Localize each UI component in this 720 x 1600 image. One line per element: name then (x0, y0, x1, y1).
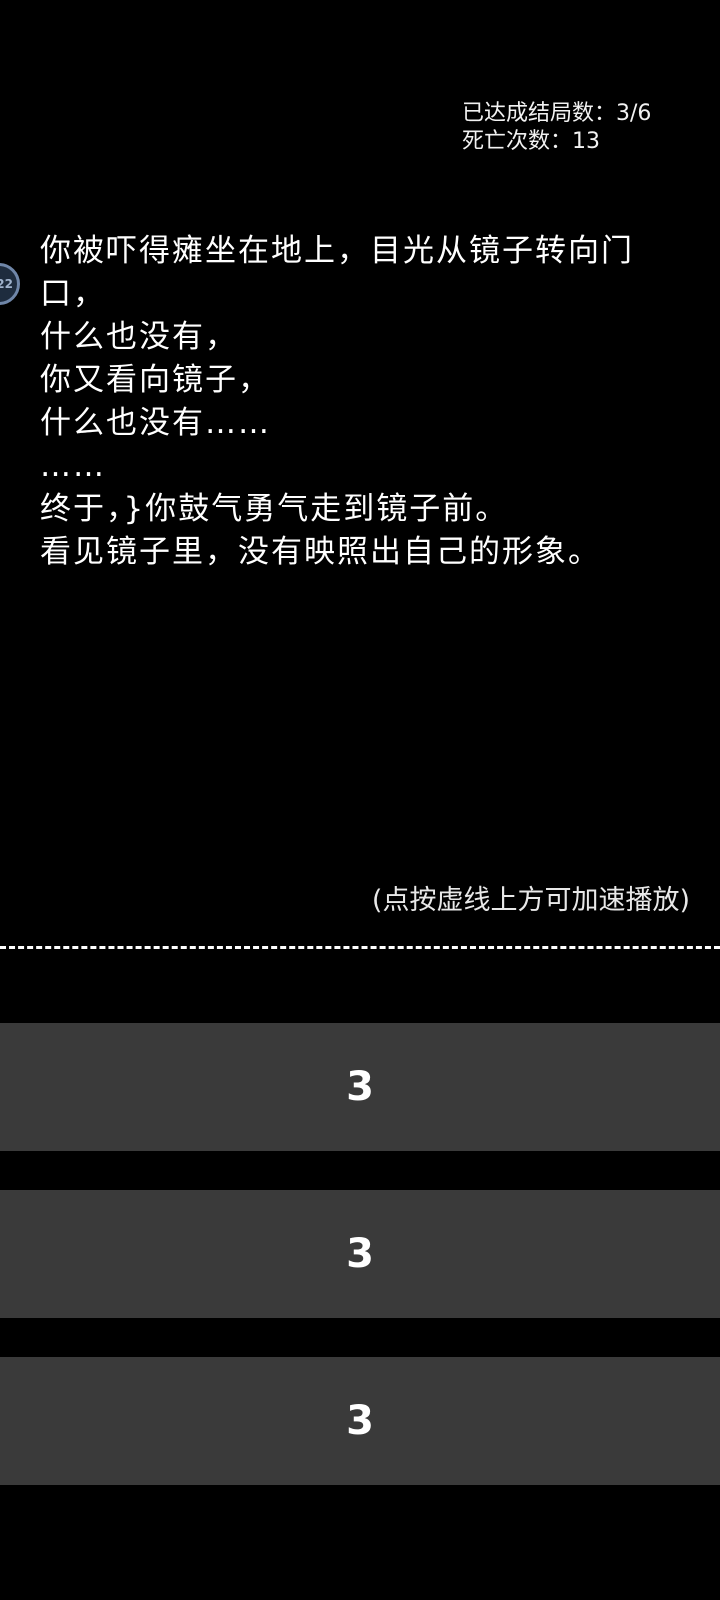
choice-button-2[interactable]: 3 (0, 1190, 720, 1318)
endings-count: 已达成结局数：3/6 (462, 101, 652, 126)
story-line: 你被吓得瘫坐在地上，目光从镜子转向门口， (40, 233, 634, 312)
death-count: 死亡次数：13 (462, 129, 600, 154)
story-line: 终于，}你鼓气勇气走到镜子前。 (40, 491, 509, 527)
story-line: …… (40, 448, 106, 484)
speed-up-hint: (点按虚线上方可加速播放) (371, 885, 690, 916)
story-line: 看见镜子里，没有映照出自己的形象。 (40, 534, 601, 570)
story-text[interactable]: 你被吓得瘫坐在地上，目光从镜子转向门口， 什么也没有， 你又看向镜子， 什么也没… (40, 230, 660, 574)
floating-badge[interactable]: 22 (0, 263, 20, 305)
story-line: 你又看向镜子， (40, 362, 271, 398)
choice-button-1[interactable]: 3 (0, 1023, 720, 1151)
story-line: 什么也没有， (40, 319, 238, 355)
story-line: 什么也没有…… (40, 405, 271, 441)
choice-button-3[interactable]: 3 (0, 1357, 720, 1485)
game-stats: 已达成结局数：3/6 死亡次数：13 (462, 100, 651, 156)
dashed-divider (0, 946, 720, 949)
